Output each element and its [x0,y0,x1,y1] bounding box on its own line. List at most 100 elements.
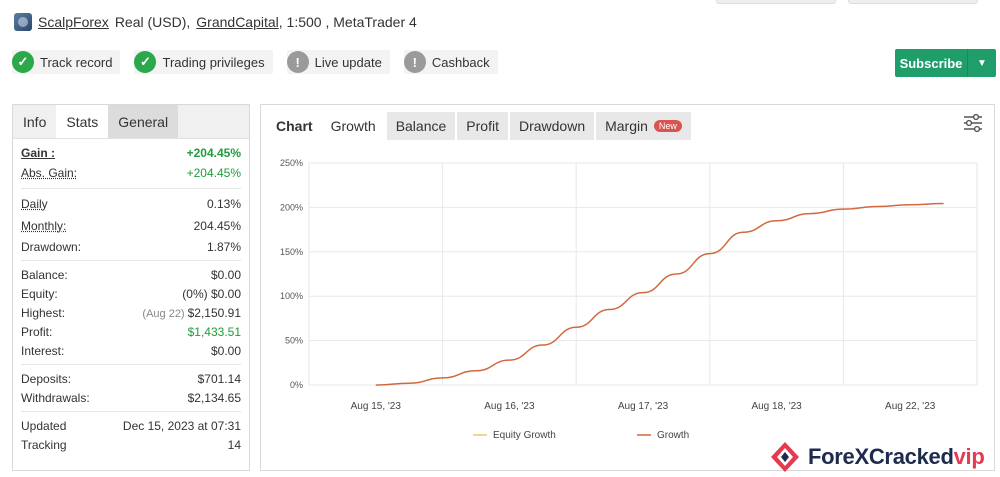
stat-equity: Equity: (0%) $0.00 [21,284,241,303]
stat-value: $1,433.51 [187,324,241,339]
stat-label[interactable]: Gain : [21,146,55,160]
top-button-2[interactable] [848,0,978,4]
tab-profit[interactable]: Profit [457,112,508,140]
stat-label[interactable]: Abs. Gain: [21,166,77,180]
legend-label[interactable]: Growth [657,430,689,441]
stat-label: Withdrawals: [21,390,90,405]
badge-live-update[interactable]: ! Live update [286,50,390,74]
x-tick-label: Aug 15, '23 [351,401,402,412]
tab-stats[interactable]: Stats [56,105,109,138]
x-tick-label: Aug 16, '23 [484,401,535,412]
stat-daily: Daily 0.13% [21,193,241,215]
y-tick-label: 150% [280,247,303,257]
stat-deposits: Deposits: $701.14 [21,369,241,388]
badge-label: Live update [314,54,382,70]
stat-pre: (Aug 22) [142,307,185,320]
growth-chart: 0% 50% 100% 150% 200% 250% Aug 15, '23 Aug 16,… [280,158,978,441]
stat-label[interactable]: Daily [21,197,48,211]
plot-frame [308,162,978,386]
tab-info[interactable]: Info [13,105,56,138]
divider [21,411,241,412]
tab-growth[interactable]: Growth [321,112,385,140]
growth-series-line [375,202,944,386]
account-header: ScalpForex Real (USD), GrandCapital , 1:… [14,12,417,32]
y-tick-label: 250% [280,158,303,168]
divider [21,260,241,261]
settings-sliders-icon[interactable] [962,113,984,133]
left-tabs: Info Stats General [13,105,249,139]
stat-label: Updated [21,418,67,433]
stat-label: Balance: [21,267,68,282]
stat-interest: Interest: $0.00 [21,341,241,360]
exclamation-icon: ! [403,51,426,73]
stat-value: $701.14 [197,371,241,386]
stat-value: $0.00 [210,267,241,282]
broker-link[interactable]: GrandCapital [196,14,279,30]
stat-withdrawals: Withdrawals: $2,134.65 [21,388,241,407]
tab-drawdown[interactable]: Drawdown [509,112,595,140]
divider [21,188,241,189]
stat-monthly: Monthly: 204.45% [21,215,241,237]
stat-gain: Gain : +204.45% [21,143,241,162]
stat-label: Deposits: [21,371,72,386]
stat-label[interactable]: Monthly: [21,219,66,233]
stat-profit: Profit: $1,433.51 [21,322,241,341]
badge-label: Cashback [431,54,490,70]
stat-label: Highest: [21,305,66,320]
tab-balance[interactable]: Balance [386,112,456,140]
x-tick-label: Aug 17, '23 [618,401,669,412]
stat-updated: Updated Dec 15, 2023 at 07:31 [21,416,241,435]
x-tick-label: Aug 18, '23 [751,401,802,412]
chart-panel: Chart Growth Balance Profit Drawdown Mar… [260,104,995,471]
stat-value: Dec 15, 2023 at 07:31 [122,418,241,433]
legend-label[interactable]: Equity Growth [493,430,556,441]
stat-abs-gain: Abs. Gain: +204.45% [21,162,241,184]
stat-label: Equity: [21,286,58,301]
badge-track-record[interactable]: ✓ Track record [12,50,121,74]
brand-text: ForeXCrackedvip [808,444,985,469]
tab-margin-label: Margin [605,118,648,134]
exclamation-icon: ! [286,51,309,73]
tab-chart-label: Chart [276,118,313,134]
stat-label: Drawdown: [21,239,82,254]
stat-highest: Highest: (Aug 22) $2,150.91 [21,303,241,322]
subscribe-label: Subscribe [899,55,963,71]
check-icon: ✓ [134,51,157,73]
stat-label: Profit: [21,324,53,339]
stat-value: +204.45% [186,166,241,180]
account-name-link[interactable]: ScalpForex [38,14,109,30]
stat-value: $2,150.91 [187,305,241,320]
top-button-1[interactable] [716,0,836,4]
stat-value: $0.00 [210,286,241,301]
chevron-down-icon[interactable]: ▼ [968,58,996,69]
stats-list: Gain : +204.45% Abs. Gain: +204.45% Daily 0… [13,139,249,454]
new-badge: New [653,120,682,132]
check-icon: ✓ [12,51,34,73]
stat-label: Tracking [21,437,67,452]
tab-general[interactable]: General [108,105,179,138]
stat-value: 14 [227,437,241,452]
stat-balance: Balance: $0.00 [21,265,241,284]
account-type: Real (USD), [114,14,191,30]
badge-trading-privileges[interactable]: ✓ Trading privileges [134,50,273,74]
stat-drawdown: Drawdown: 1.87% [21,237,241,256]
brand-logo-icon [771,442,799,472]
badges-row: ✓ Track record ✓ Trading privileges ! Li… [12,50,498,74]
y-tick-label: 50% [285,336,303,346]
watermark: ForeXCrackedvip [768,440,985,474]
chart-tabs: Chart Growth Balance Profit Drawdown Mar… [267,109,994,143]
stat-value: 0.13% [206,197,241,211]
badge-cashback[interactable]: ! Cashback [403,50,498,74]
subscribe-button[interactable]: Subscribe ▼ [895,49,996,77]
stat-tracking: Tracking 14 [21,435,241,454]
x-tick-label: Aug 22, '23 [885,401,936,412]
y-tick-label: 0% [290,380,303,390]
stat-value: $2,134.65 [187,390,241,405]
y-tick-label: 200% [280,202,303,212]
stat-value: +204.45% [186,145,241,160]
stat-value: 204.45% [193,219,241,233]
badge-label: Track record [40,54,113,70]
divider [21,364,241,365]
y-tick-label: 100% [280,291,303,301]
tab-margin[interactable]: Margin New [596,112,691,140]
